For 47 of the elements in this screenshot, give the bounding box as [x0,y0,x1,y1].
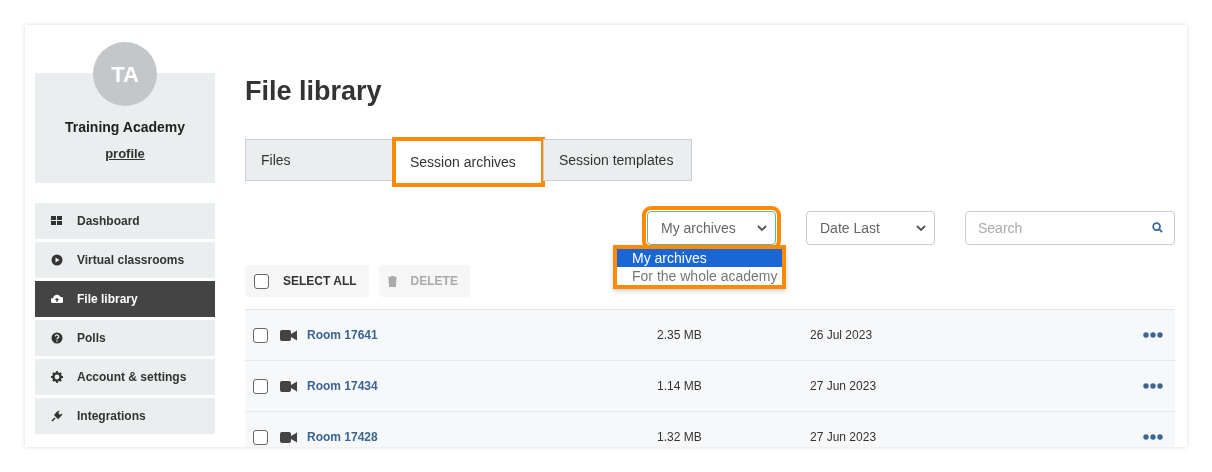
checkbox[interactable] [253,429,268,445]
more-button[interactable] [1143,383,1163,389]
video-camera-icon [280,431,297,443]
file-date: 26 Jul 2023 [810,327,874,344]
more-button[interactable] [1143,434,1163,440]
caret-icon [916,224,926,232]
sidebar-item[interactable]: Integrations [35,398,215,434]
file-link[interactable]: Room 17641 [307,326,657,344]
page-title: File library [245,75,383,107]
select-all-button[interactable]: SELECT ALL [245,265,369,297]
sidebar-item[interactable]: Polls [35,320,215,356]
profile-link[interactable]: profile [105,144,145,164]
video-camera-icon [280,329,297,341]
file-date: 27 Jun 2023 [810,429,878,446]
file-link[interactable]: Room 17428 [307,428,657,446]
tab[interactable]: Session archives [394,139,543,185]
trash-icon [387,275,397,287]
file-link[interactable]: Room 17434 [307,377,657,395]
search-field[interactable]: Search [965,211,1175,245]
upload-cloud-icon [51,293,63,305]
checkbox[interactable] [253,327,268,343]
checkbox[interactable] [254,273,269,289]
tab[interactable]: Session templates [543,139,692,181]
dropdown-option[interactable]: For the whole academy [617,267,782,285]
file-size: 2.35 MB [657,327,703,344]
gear-icon [51,371,63,383]
search-icon[interactable] [1152,222,1163,233]
sidebar-item[interactable]: Virtual classrooms [35,242,215,278]
checkbox[interactable] [253,378,268,394]
account-name: Training Academy [64,118,186,137]
dropdown-option[interactable]: My archives [617,249,782,267]
sort-select[interactable]: Date Last [806,211,935,245]
sidebar-item[interactable]: Account & settings [35,359,215,395]
sidebar-item[interactable]: Dashboard [35,203,215,239]
plug-icon [51,410,63,422]
more-button[interactable] [1143,332,1163,338]
tab[interactable]: Files [245,139,394,181]
caret-icon [757,224,767,232]
avatar: TA [93,42,157,106]
question-icon [51,332,63,344]
sidebar-item[interactable]: File library [35,281,215,317]
grid-icon [51,215,63,227]
file-size: 1.14 MB [657,378,703,395]
video-camera-icon [280,380,297,392]
file-date: 27 Jun 2023 [810,378,878,395]
play-icon [51,254,63,266]
file-size: 1.32 MB [657,429,703,446]
